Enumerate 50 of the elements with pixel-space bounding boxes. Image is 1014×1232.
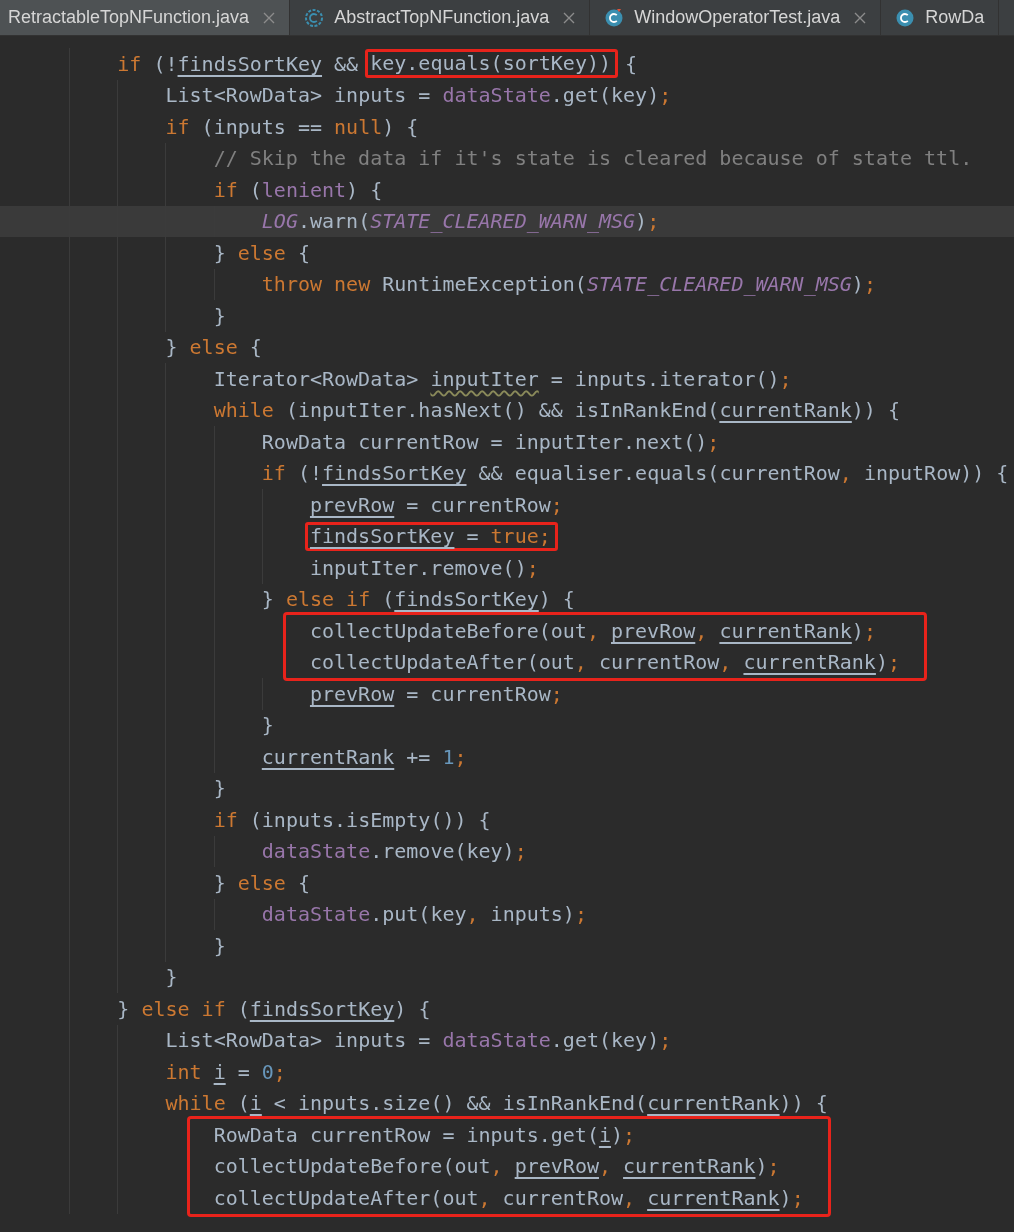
close-icon[interactable] <box>263 11 276 24</box>
code-line: // Skip the data if it's state is cleared because of state ttl. <box>213 145 973 173</box>
class-file-icon <box>304 7 325 28</box>
code-line: prevRow = currentRow; <box>309 680 563 708</box>
code-line: prevRow = currentRow; <box>309 491 563 519</box>
code-line: collectUpdateAfter(out, currentRow, currentRank); <box>309 649 900 677</box>
code-line: while (inputIter.hasNext() && isInRankEnd(currentRank)) { <box>213 397 900 425</box>
code-text: { <box>624 50 638 78</box>
tab-label: RowDa <box>925 6 985 29</box>
code-line: currentRank += 1; <box>261 743 467 771</box>
tab-label: AbstractTopNFunction.java <box>334 6 550 29</box>
tab-label: WindowOperatorTest.java <box>634 6 841 29</box>
code-line: collectUpdateBefore(out, prevRow, currentRank); <box>309 617 877 645</box>
code-line: LOG.warn(STATE_CLEARED_WARN_MSG); <box>261 208 660 236</box>
code-line: } <box>213 932 226 960</box>
code-line: } <box>165 964 178 992</box>
highlight-box: findsSortKey = true; <box>304 521 558 551</box>
editor-tab[interactable]: RetractableTopNFunction.java <box>0 0 291 35</box>
code-line: } <box>213 302 226 330</box>
code-line: collectUpdateBefore(out, prevRow, currentRank); <box>213 1153 781 1181</box>
code-line: } <box>261 712 274 740</box>
code-line: } else { <box>213 239 310 267</box>
code-line: if (inputs == null) { <box>165 113 419 141</box>
code-line: Iterator<RowData> inputIter = inputs.iterator(); <box>213 365 792 393</box>
code-line: inputIter.remove(); <box>309 554 539 582</box>
code-line: if (!findsSortKey && equaliser.equals(currentRow, inputRow)) { <box>261 460 1009 488</box>
code-line: List<RowData> inputs = dataState.get(key); <box>165 82 672 110</box>
code-line: } else if (findsSortKey) { <box>117 995 431 1023</box>
code-line: throw new RuntimeException(STATE_CLEARED_WARN_MSG); <box>261 271 876 299</box>
close-icon[interactable] <box>854 11 867 24</box>
code-line: collectUpdateAfter(out, currentRow, currentRank); <box>213 1184 804 1212</box>
code-text: if (!findsSortKey && <box>117 50 360 78</box>
code-line: if (lenient) { <box>213 176 383 204</box>
code-line: } else { <box>165 334 262 362</box>
highlight-box: key.equals(sortKey)) <box>365 49 619 79</box>
code-line: RowData currentRow = inputs.get(i); <box>213 1121 637 1149</box>
code-line: dataState.remove(key); <box>261 838 527 866</box>
code-line: } else { <box>213 869 310 897</box>
tab-label: RetractableTopNFunction.java <box>8 6 250 29</box>
code-line: List<RowData> inputs = dataState.get(key); <box>165 1027 672 1055</box>
code-line: dataState.put(key, inputs); <box>261 901 587 929</box>
code-line: RowData currentRow = inputIter.next(); <box>261 428 720 456</box>
code-line: if (inputs.isEmpty()) { <box>213 806 491 834</box>
code-line: } <box>213 775 226 803</box>
code-line: while (i < inputs.size() && isInRankEnd(currentRank)) { <box>165 1090 828 1118</box>
close-icon[interactable] <box>563 11 576 24</box>
class-file-icon <box>895 7 916 28</box>
class-file-icon <box>604 7 625 28</box>
code-line: int i = 0; <box>165 1058 286 1086</box>
code-line: } else if (findsSortKey) { <box>261 586 575 614</box>
